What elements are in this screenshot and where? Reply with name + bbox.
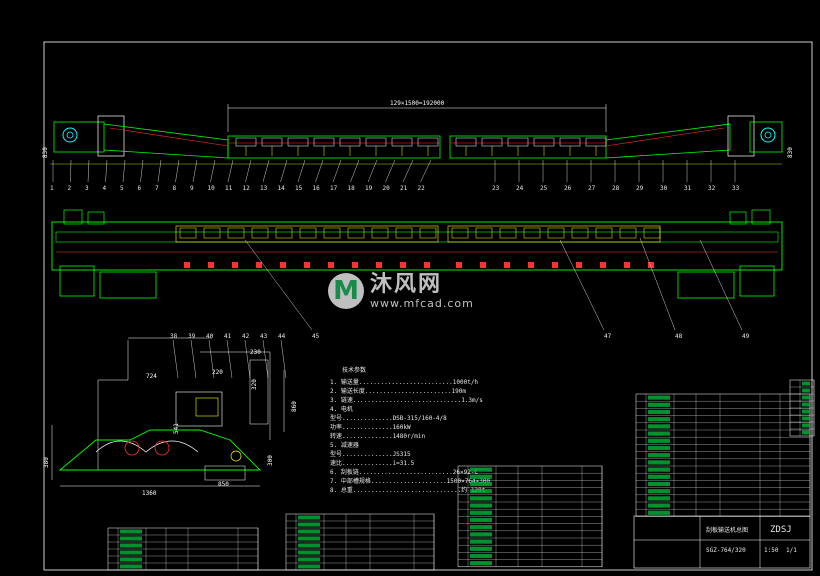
callout-label: 30 xyxy=(660,185,668,192)
plan-view: 45 47 48 49 xyxy=(51,209,783,340)
callout-label: 16 xyxy=(313,185,321,192)
section-callout-label: 38 xyxy=(170,333,178,340)
right-height-dimension: 830 xyxy=(787,147,794,158)
section-dim-230: 230 xyxy=(250,349,261,356)
callout-label: 27 xyxy=(588,185,596,192)
callout-label: 7 xyxy=(155,185,159,192)
callout-label: 23 xyxy=(492,185,500,192)
callout-label: 20 xyxy=(383,185,391,192)
section-callout-label: 43 xyxy=(260,333,268,340)
cad-drawing-canvas: 129×1500=192000 830 830 1 2 3 4 5 6 7 8 9 10 11 12 1… xyxy=(0,0,820,576)
callout-label: 29 xyxy=(636,185,644,192)
section-dim-541: 541 xyxy=(173,423,180,434)
callout-label: 10 xyxy=(208,185,216,192)
callout-label: 8 xyxy=(173,185,177,192)
section-dim-320: 320 xyxy=(251,379,258,390)
plan-callout-label: 47 xyxy=(604,333,612,340)
side-elevation-view: 129×1500=192000 830 830 1 2 3 4 5 6 7 8 9 10 11 12 1… xyxy=(42,100,794,192)
section-dim-860: 860 xyxy=(291,401,298,412)
callout-label: 2 xyxy=(68,185,72,192)
callout-label: 12 xyxy=(243,185,251,192)
callout-label: 31 xyxy=(684,185,692,192)
note-line: 7. 中部槽规格.....................1500×764×30… xyxy=(330,477,490,485)
note-line: 转速..............1480r/min xyxy=(330,432,425,440)
plan-callout-label: 49 xyxy=(742,333,750,340)
callout-label: 14 xyxy=(278,185,286,192)
callout-label: 28 xyxy=(612,185,620,192)
drawing-sheet: 1/1 xyxy=(786,547,797,554)
company-code: ZDSJ xyxy=(770,525,792,535)
notes-header: 技术参数 xyxy=(342,366,366,374)
section-dim-724: 724 xyxy=(146,373,157,380)
plan-callout-label: 45 xyxy=(312,333,320,340)
callout-label: 15 xyxy=(295,185,303,192)
callout-label: 5 xyxy=(120,185,124,192)
callout-label: 6 xyxy=(138,185,142,192)
callout-label: 21 xyxy=(400,185,408,192)
note-line: 功率..............160kW xyxy=(330,423,411,431)
callout-label: 18 xyxy=(348,185,356,192)
note-line: 型号..............JS315 xyxy=(330,450,411,458)
drawing-name: 刮板输送机总图 xyxy=(706,526,748,534)
drawing-scale: 1:50 xyxy=(764,547,779,554)
callout-label: 25 xyxy=(540,185,548,192)
note-line: 速比..............i=31.5 xyxy=(330,459,415,467)
section-dim-300: 300 xyxy=(267,455,274,466)
note-line: 6. 刮板链..........................26×92-C xyxy=(330,468,478,476)
note-line: 5. 减速器 xyxy=(330,441,359,449)
callout-label: 26 xyxy=(564,185,572,192)
callout-label: 17 xyxy=(330,185,338,192)
callout-label: 32 xyxy=(708,185,716,192)
technical-notes: 技术参数 1. 输送量..........................100… xyxy=(330,366,490,494)
callout-label: 22 xyxy=(418,185,426,192)
note-line: 4. 电机 xyxy=(330,405,353,413)
section-dim-380: 380 xyxy=(43,457,50,468)
section-callout-label: 44 xyxy=(278,333,286,340)
overall-length-dimension: 129×1500=192000 xyxy=(390,100,445,107)
section-dim-1360: 1360 xyxy=(142,490,157,497)
section-callout-label: 42 xyxy=(242,333,250,340)
title-block: ZDSJ 刮板输送机总图 SGZ-764/320 1:50 1/1 xyxy=(633,515,811,569)
left-height-dimension: 830 xyxy=(42,147,49,158)
callout-label: 9 xyxy=(190,185,194,192)
section-callout-label: 40 xyxy=(206,333,214,340)
callout-label: 4 xyxy=(103,185,107,192)
conveyor-assembly-drawing: 129×1500=192000 830 830 1 2 3 4 5 6 7 8 9 10 11 12 1… xyxy=(42,41,815,571)
callout-label: 3 xyxy=(85,185,89,192)
plan-callout-label: 48 xyxy=(675,333,683,340)
note-line: 8. 总重..............................约 120… xyxy=(330,486,486,494)
cross-section-view: 724 220 230 320 860 541 380 850 1360 300… xyxy=(43,333,298,497)
callout-label: 19 xyxy=(365,185,373,192)
note-line: 2. 输送长度........................190m xyxy=(330,387,466,395)
callout-label: 1 xyxy=(50,185,54,192)
section-dim-850: 850 xyxy=(218,481,229,488)
section-callout-label: 39 xyxy=(188,333,196,340)
section-callout-label: 41 xyxy=(224,333,232,340)
drawing-number: SGZ-764/320 xyxy=(706,547,746,554)
callout-label: 11 xyxy=(225,185,233,192)
callout-label: 24 xyxy=(516,185,524,192)
note-line: 3. 链速..............................1.3m/… xyxy=(330,396,483,404)
callout-label: 13 xyxy=(260,185,268,192)
note-line: 型号..............DSB-315/160-4/8 xyxy=(330,414,447,422)
note-line: 1. 输送量..........................1000t/h xyxy=(330,378,478,386)
callout-label: 33 xyxy=(732,185,740,192)
